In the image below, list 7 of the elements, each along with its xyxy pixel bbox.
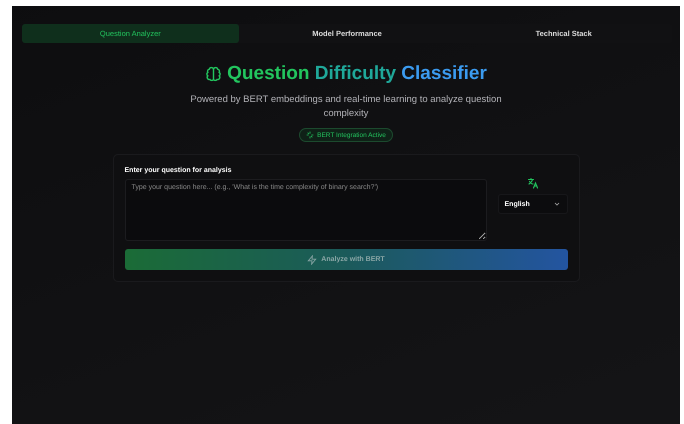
- brain-icon: [205, 66, 222, 82]
- sparkle-icon: [306, 131, 314, 139]
- lightning-icon: [307, 254, 318, 264]
- page-title: Question Difficulty Classifier: [227, 63, 487, 85]
- translate-icon: [526, 177, 538, 189]
- subtitle: Powered by BERT embeddings and real-time learning to analyze question complexity: [189, 93, 503, 121]
- chevron-down-icon: [552, 200, 560, 208]
